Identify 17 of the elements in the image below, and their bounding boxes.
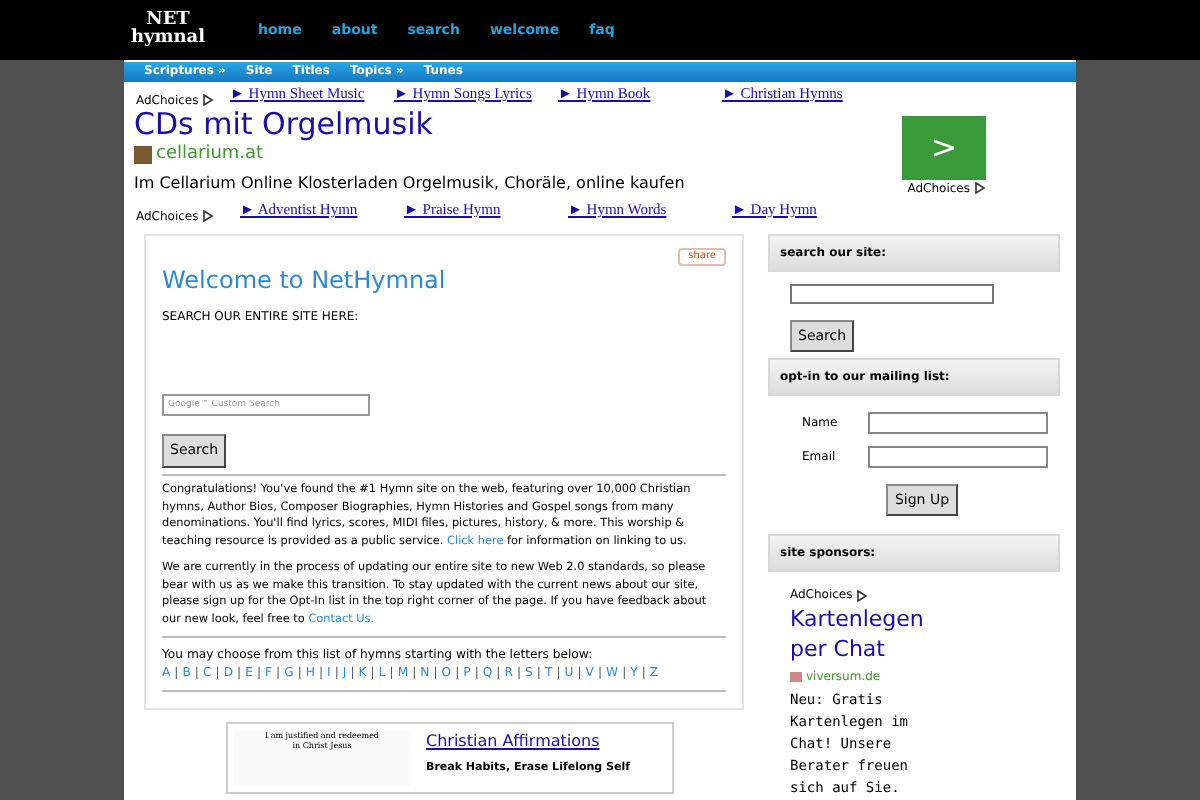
page-title: Welcome to NetHymnal — [162, 266, 448, 296]
sidebar-search-field[interactable] — [790, 283, 994, 303]
ad-headline[interactable]: Kartenlegen per Chat — [790, 604, 950, 664]
name-field[interactable] — [868, 411, 1048, 433]
email-field[interactable] — [868, 445, 1048, 467]
ad-text: Im Cellarium Online Klosterladen Orgelmusik, Choräle, online kaufen — [132, 171, 687, 195]
play-icon — [202, 210, 215, 222]
play-icon — [202, 94, 215, 106]
ad-headline[interactable]: CDs mit Orgelmusik — [124, 105, 886, 141]
play-icon — [974, 182, 986, 194]
play-icon — [856, 589, 869, 601]
ad-domain[interactable]: cellarium.at — [156, 141, 264, 169]
promo-title[interactable]: Christian Affirmations — [426, 730, 630, 755]
favicon-icon — [790, 672, 802, 682]
ad-arrow-button[interactable]: > — [902, 115, 986, 179]
site-logo[interactable]: NET hymnal — [130, 12, 206, 48]
favicon-icon — [134, 146, 152, 164]
